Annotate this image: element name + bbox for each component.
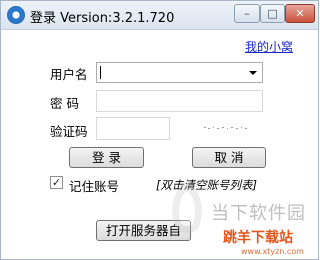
remember-account-checkbox[interactable]: ✓ [50,176,63,189]
login-window: 登录 Version:3.2.1.720 – □ ✕ 我的小窝 用户名 密 码 … [0,0,319,260]
watermark-site-name: 当下软件园 [211,203,306,224]
username-combobox[interactable] [96,62,263,83]
password-label: 密 码 [50,96,79,111]
watermark-brand: 跳羊下载站 [223,230,293,246]
username-label: 用户名 [50,67,88,82]
captcha-field[interactable] [96,117,170,140]
chevron-down-icon[interactable] [249,71,257,75]
watermark-logo [172,181,202,233]
maximize-button[interactable]: □ [260,4,285,23]
text-cursor [100,66,101,79]
login-button[interactable]: 登 录 [69,147,144,168]
my-nest-link[interactable]: 我的小窝 [245,38,293,55]
window-title: 登录 Version:3.2.1.720 [30,11,175,26]
watermark-url: www.xtyzn.com [241,247,304,256]
password-field[interactable] [96,90,263,112]
close-button[interactable]: ✕ [285,4,315,23]
captcha-label: 验证码 [50,124,88,139]
minimize-button[interactable]: – [234,4,260,23]
remember-account-label[interactable]: 记住账号 [69,176,119,195]
title-bar[interactable]: 登录 Version:3.2.1.720 – □ ✕ [1,1,318,30]
app-logo-icon [7,6,25,24]
cancel-button[interactable]: 取 消 [192,147,266,168]
captcha-image[interactable] [203,124,249,132]
